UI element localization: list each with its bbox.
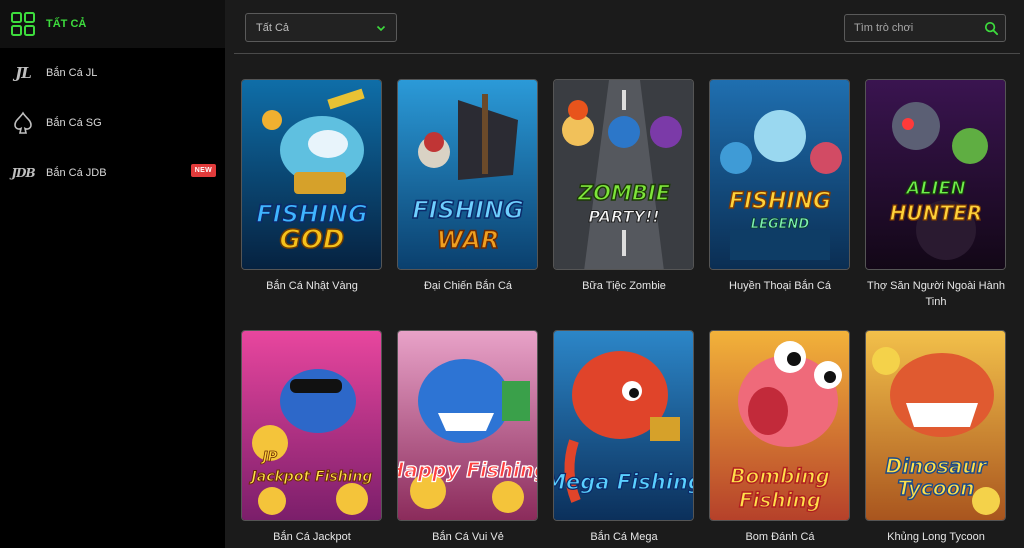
logo-line-1: ALIEN — [904, 178, 965, 199]
new-badge: NEW — [190, 164, 216, 177]
logo-line-2: GOD — [279, 225, 344, 255]
sidebar-item-label: Bắn Cá JDB — [46, 167, 107, 179]
category-select[interactable]: Tất Cả — [245, 13, 397, 42]
game-card-jackpot-fishing[interactable]: JP Jackpot Fishing Bắn Cá Jackpot — [241, 330, 383, 545]
game-card-dinosaur-tycoon[interactable]: Dinosaur Tycoon Khủng Long Tycoon — [865, 330, 1007, 545]
game-card-zombie-party[interactable]: ZOMBIE PARTY!! Bữa Tiệc Zombie — [553, 79, 695, 294]
logo-line-1: FISHING — [729, 189, 831, 214]
game-thumbnail[interactable]: Dinosaur Tycoon — [865, 330, 1006, 521]
game-thumbnail[interactable]: Happy Fishing — [397, 330, 538, 521]
app-root: TẤT CẢ JL Bắn Cá JL Bắn Cá SG JDB Bắn Cá… — [0, 0, 1024, 548]
sidebar-item-label: Bắn Cá SG — [46, 117, 102, 129]
game-thumbnail[interactable]: Mega Fishing — [553, 330, 694, 521]
game-thumbnail[interactable]: Bombing Fishing — [709, 330, 850, 521]
logo-line-2: HUNTER — [890, 201, 982, 225]
game-thumbnail[interactable]: FISHING WAR — [397, 79, 538, 270]
chevron-down-icon — [376, 25, 386, 32]
game-thumbnail[interactable]: JP Jackpot Fishing — [241, 330, 382, 521]
game-card-happy-fishing[interactable]: Happy Fishing Bắn Cá Vui Vẻ — [397, 330, 539, 545]
game-thumbnail[interactable]: FISHING GOD — [241, 79, 382, 270]
game-title: Bom Đánh Cá — [745, 531, 815, 543]
logo-line-1: Mega Fishing — [554, 470, 694, 494]
sidebar-item-sg[interactable]: Bắn Cá SG — [0, 98, 225, 148]
sidebar-item-label: Bắn Cá JL — [46, 67, 98, 79]
game-card-bombing-fishing[interactable]: Bombing Fishing Bom Đánh Cá — [709, 330, 851, 545]
game-title: Huyền Thoại Bắn Cá — [729, 280, 831, 292]
jdb-logo-text: JDB — [11, 166, 35, 180]
logo-line-1: FISHING — [412, 196, 523, 224]
game-card-alien-hunter[interactable]: ALIEN HUNTER Thợ Săn Người Ngoài Hành Ti… — [865, 79, 1007, 310]
spade-icon — [10, 110, 36, 136]
logo-line-2: Tycoon — [898, 476, 975, 500]
search-box — [844, 14, 1006, 42]
logo-line-2: Jackpot Fishing — [249, 469, 373, 485]
search-icon[interactable] — [984, 21, 999, 36]
game-thumbnail[interactable]: ZOMBIE PARTY!! — [553, 79, 694, 270]
logo-line-2: PARTY!! — [588, 207, 659, 226]
game-thumbnail[interactable]: ALIEN HUNTER — [865, 79, 1006, 270]
game-card-fishing-god[interactable]: FISHING GOD Bắn Cá Nhật Vàng — [241, 79, 383, 294]
game-card-fishing-war[interactable]: FISHING WAR Đại Chiến Bắn Cá — [397, 79, 539, 294]
game-title: Khủng Long Tycoon — [887, 531, 985, 543]
jl-logo-icon: JL — [10, 60, 36, 86]
game-title: Bắn Cá Jackpot — [273, 531, 351, 543]
logo-line-2: Fishing — [739, 488, 821, 512]
logo-line-1: Dinosaur — [886, 454, 988, 478]
game-title: Bắn Cá Vui Vẻ — [432, 531, 504, 543]
sidebar-item-all[interactable]: TẤT CẢ — [0, 0, 225, 48]
logo-line-1: Bombing — [730, 464, 830, 488]
sidebar-item-jdb[interactable]: JDB Bắn Cá JDB NEW — [0, 148, 225, 198]
category-select-value: Tất Cả — [256, 21, 290, 34]
game-title: Bắn Cá Mega — [590, 531, 658, 543]
sidebar: TẤT CẢ JL Bắn Cá JL Bắn Cá SG JDB Bắn Cá… — [0, 0, 225, 548]
jdb-logo-icon: JDB — [10, 160, 36, 186]
grid-icon — [10, 11, 36, 37]
toolbar: Tất Cả — [234, 0, 1020, 54]
game-title: Đại Chiến Bắn Cá — [423, 280, 513, 292]
logo-line-1: FISHING — [256, 200, 367, 228]
game-title: Thợ Săn Người Ngoài Hành Tinh — [867, 280, 1005, 308]
logo-line-1: JP — [260, 450, 278, 465]
game-card-mega-fishing[interactable]: Mega Fishing Bắn Cá Mega — [553, 330, 695, 545]
sidebar-item-label: TẤT CẢ — [46, 18, 87, 30]
game-title: Bữa Tiệc Zombie — [582, 280, 666, 292]
logo-line-2: LEGEND — [751, 217, 810, 232]
game-card-fishing-legend[interactable]: FISHING LEGEND Huyền Thoại Bắn Cá — [709, 79, 851, 294]
sidebar-item-jl[interactable]: JL Bắn Cá JL — [0, 48, 225, 98]
jl-logo-text: JL — [15, 64, 32, 82]
logo-line-1: Happy Fishing — [398, 458, 538, 482]
logo-line-2: WAR — [437, 226, 500, 254]
search-input[interactable] — [845, 15, 973, 41]
logo-line-1: ZOMBIE — [577, 181, 671, 205]
game-thumbnail[interactable]: FISHING LEGEND — [709, 79, 850, 270]
game-title: Bắn Cá Nhật Vàng — [266, 280, 358, 292]
